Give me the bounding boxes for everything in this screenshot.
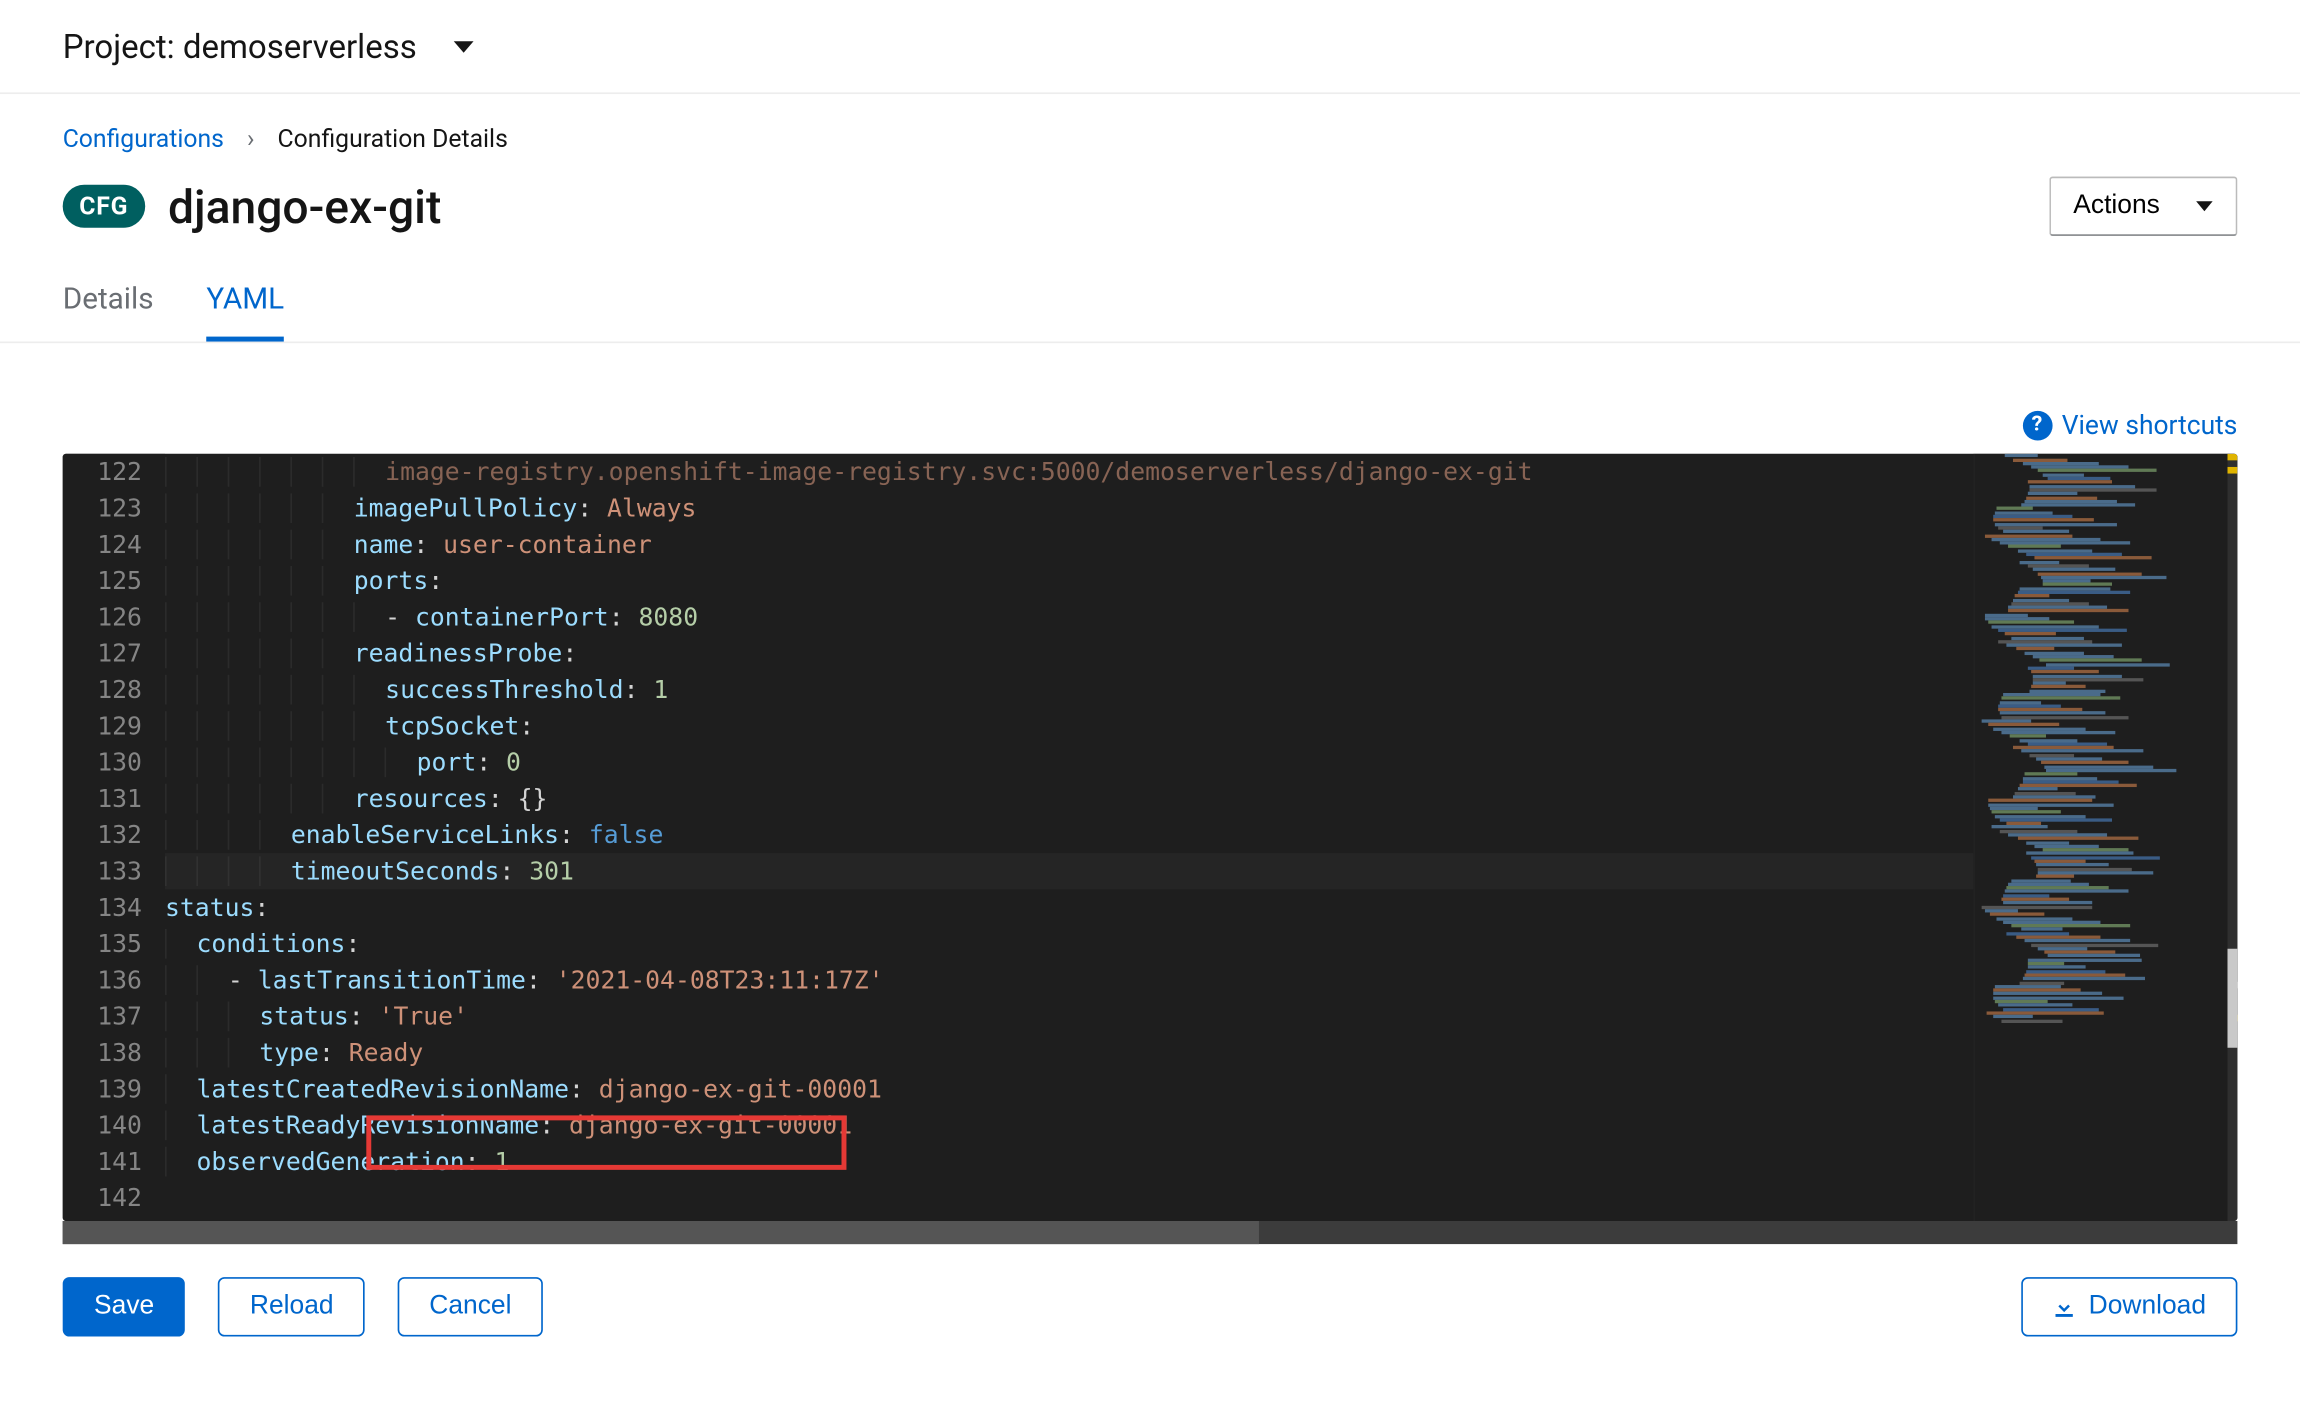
code-line-133[interactable]: timeoutSeconds: 301	[165, 853, 1973, 889]
code-line-141[interactable]: observedGeneration: 1	[165, 1143, 1973, 1179]
tab-details[interactable]: Details	[63, 282, 154, 341]
caret-down-icon	[453, 40, 473, 52]
project-selector[interactable]: Project: demoserverless	[0, 0, 2300, 94]
save-button[interactable]: Save	[63, 1277, 186, 1336]
code-line-136[interactable]: - lastTransitionTime: '2021-04-08T23:11:…	[165, 962, 1973, 998]
code-line-125[interactable]: ports:	[165, 563, 1973, 599]
editor-code[interactable]: image-registry.openshift-image-registry.…	[165, 454, 1973, 1221]
breadcrumb-current: Configuration Details	[278, 124, 508, 154]
download-button[interactable]: Download	[2021, 1277, 2237, 1336]
help-icon: ?	[2022, 410, 2052, 440]
editor-horizontal-scrollbar[interactable]	[63, 1221, 2238, 1244]
reload-button[interactable]: Reload	[219, 1277, 365, 1336]
actions-dropdown[interactable]: Actions	[2049, 177, 2238, 236]
code-line-129[interactable]: tcpSocket:	[165, 708, 1973, 744]
shortcuts-label: View shortcuts	[2062, 409, 2238, 440]
tab-yaml[interactable]: YAML	[206, 282, 284, 341]
page-header: Configurations › Configuration Details C…	[0, 94, 2300, 343]
code-line-127[interactable]: readinessProbe:	[165, 635, 1973, 671]
code-line-139[interactable]: latestCreatedRevisionName: django-ex-git…	[165, 1071, 1973, 1107]
actions-label: Actions	[2073, 191, 2160, 221]
download-icon	[2052, 1295, 2075, 1318]
download-label: Download	[2089, 1292, 2206, 1322]
resource-badge: CFG	[63, 185, 145, 228]
breadcrumb: Configurations › Configuration Details	[63, 124, 2238, 154]
project-label: Project: demoserverless	[63, 26, 417, 66]
code-line-128[interactable]: successThreshold: 1	[165, 672, 1973, 708]
editor-gutter: 1221231241251261271281291301311321331341…	[63, 454, 165, 1221]
view-shortcuts-link[interactable]: ? View shortcuts	[2022, 409, 2237, 440]
shortcuts-row: ? View shortcuts	[63, 376, 2238, 454]
code-line-122[interactable]: image-registry.openshift-image-registry.…	[165, 454, 1973, 490]
caret-down-icon	[2196, 201, 2213, 211]
content: ? View shortcuts 12212312412512612712812…	[0, 343, 2300, 1244]
code-line-135[interactable]: conditions:	[165, 926, 1973, 962]
code-line-124[interactable]: name: user-container	[165, 526, 1973, 562]
cancel-button[interactable]: Cancel	[398, 1277, 543, 1336]
code-line-123[interactable]: imagePullPolicy: Always	[165, 490, 1973, 526]
breadcrumb-root[interactable]: Configurations	[63, 124, 224, 154]
code-line-140[interactable]: latestReadyRevisionName: django-ex-git-0…	[165, 1107, 1973, 1143]
code-line-132[interactable]: enableServiceLinks: false	[165, 817, 1973, 853]
chevron-right-icon: ›	[247, 124, 254, 154]
page-title: django-ex-git	[168, 179, 441, 233]
editor-minimap[interactable]	[1973, 454, 2237, 1221]
yaml-editor[interactable]: 1221231241251261271281291301311321331341…	[63, 454, 2238, 1221]
code-line-131[interactable]: resources: {}	[165, 780, 1973, 816]
code-line-138[interactable]: type: Ready	[165, 1035, 1973, 1071]
code-line-137[interactable]: status: 'True'	[165, 998, 1973, 1034]
title-row: CFG django-ex-git Actions	[63, 177, 2238, 236]
code-line-134[interactable]: status:	[165, 889, 1973, 925]
scrollbar-thumb[interactable]	[63, 1221, 1259, 1244]
code-line-126[interactable]: - containerPort: 8080	[165, 599, 1973, 635]
button-bar: Save Reload Cancel Download	[0, 1244, 2300, 1369]
code-line-130[interactable]: port: 0	[165, 744, 1973, 780]
tabs: Details YAML	[63, 282, 2238, 341]
